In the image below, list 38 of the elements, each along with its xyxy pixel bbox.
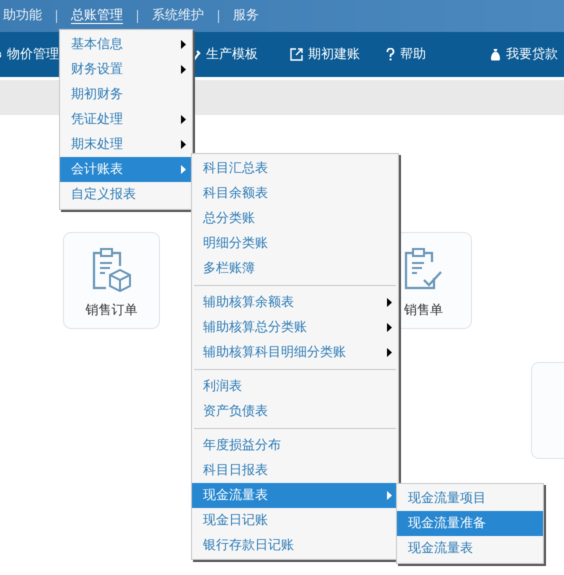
menu-item[interactable]: 总分类账 bbox=[192, 206, 398, 231]
menu-item[interactable]: 科目余额表 bbox=[192, 181, 398, 206]
toolbar-button[interactable]: 我要贷款 bbox=[490, 44, 558, 64]
menu-bar-item[interactable]: 服务 bbox=[219, 6, 273, 26]
menu-item[interactable]: 现金流量表 bbox=[192, 483, 398, 508]
help-icon bbox=[386, 48, 395, 61]
tile-label: 销售订单 bbox=[86, 302, 138, 320]
external-link-icon bbox=[290, 48, 303, 61]
menu-item[interactable]: 科目汇总表 bbox=[192, 156, 398, 181]
shortcut-tile[interactable]: 销售订单 bbox=[63, 232, 160, 329]
menu-item[interactable]: 期末处理 bbox=[60, 132, 192, 157]
menu-item[interactable]: 利润表 bbox=[192, 374, 398, 399]
money-bag-icon bbox=[490, 48, 501, 61]
menu-item[interactable]: 现金流量项目 bbox=[397, 486, 543, 511]
menu-bar-item[interactable]: 助功能 bbox=[0, 6, 56, 26]
menu-item[interactable]: 辅助核算科目明细分类账 bbox=[192, 340, 398, 365]
menu-item[interactable]: 现金日记账 bbox=[192, 508, 398, 533]
toolbar-button[interactable]: 生产模板 bbox=[193, 44, 258, 64]
menu-item[interactable]: 凭证处理 bbox=[60, 107, 192, 132]
menu-bar-item[interactable]: 总账管理 bbox=[57, 6, 137, 26]
menu-item[interactable]: 自定义报表 bbox=[60, 182, 192, 207]
menu-item[interactable]: 科目日报表 bbox=[192, 458, 398, 483]
clipboard-check-icon bbox=[404, 248, 444, 292]
menu-item[interactable]: 银行存款日记账 bbox=[192, 533, 398, 558]
menu-item[interactable]: 年度损益分布 bbox=[192, 433, 398, 458]
clipboard-box-icon bbox=[92, 248, 132, 292]
menu-item[interactable]: 现金流量表 bbox=[397, 536, 543, 561]
menu-item[interactable]: 资产负债表 bbox=[192, 399, 398, 424]
tile-label: 销售单 bbox=[404, 302, 443, 320]
menu-item[interactable]: 会计账表 bbox=[60, 157, 192, 182]
menu-item[interactable]: 现金流量准备 bbox=[397, 511, 543, 536]
toolbar-button[interactable]: 物价管理 bbox=[0, 44, 59, 64]
menu-item[interactable]: 财务设置 bbox=[60, 57, 192, 82]
toolbar-button[interactable]: 帮助 bbox=[386, 44, 426, 64]
menu-bar-item[interactable]: 系统维护 bbox=[138, 6, 218, 26]
menu-item[interactable]: 期初财务 bbox=[60, 82, 192, 107]
menu-item[interactable]: 基本信息 bbox=[60, 32, 192, 57]
toolbar-button[interactable]: 期初建账 bbox=[290, 44, 360, 64]
